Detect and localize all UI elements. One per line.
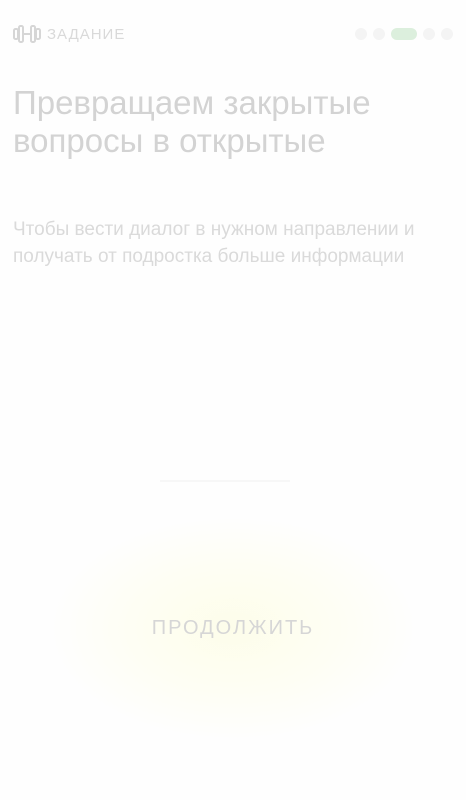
header-left: ЗАДАНИЕ [13, 24, 125, 44]
progress-dot [373, 28, 385, 40]
page-title: Превращаем закрытые вопросы в открытые [13, 84, 371, 159]
continue-button[interactable]: ПРОДОЛЖИТЬ [40, 600, 426, 656]
progress-dot [423, 28, 435, 40]
progress-dot [355, 28, 367, 40]
header: ЗАДАНИЕ [13, 22, 453, 46]
page-subtitle: Чтобы вести диалог в нужном направлении … [13, 219, 415, 267]
task-screen: ЗАДАНИЕ Превращаем закрытые вопросы в от… [0, 0, 466, 800]
divider [160, 480, 290, 482]
dumbbell-icon [13, 24, 41, 44]
progress-dot-active [391, 28, 417, 40]
progress-dot [441, 28, 453, 40]
progress-indicator [355, 28, 453, 40]
header-label: ЗАДАНИЕ [47, 25, 126, 43]
